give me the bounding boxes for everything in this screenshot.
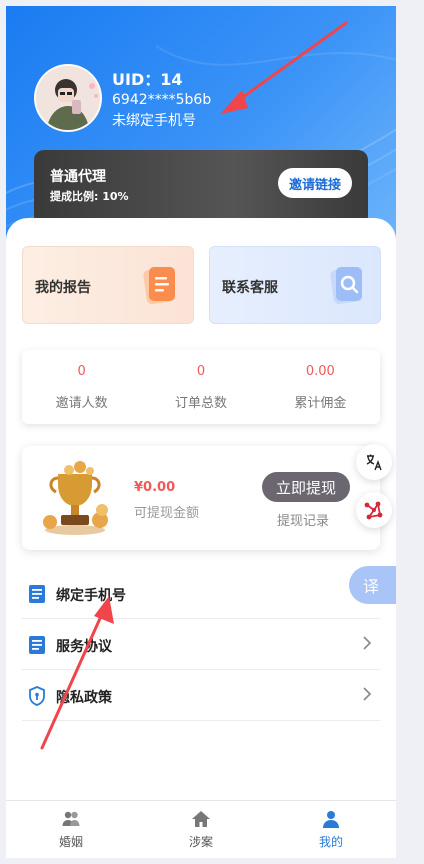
stat-label: 邀请人数 (55, 396, 108, 411)
people-icon (62, 811, 80, 826)
agent-card: 普通代理 提成比例: 10% 邀请链接 (34, 150, 368, 226)
menu-item-privacy-policy[interactable]: 隐私政策 (22, 670, 380, 721)
stat-label: 订单总数 (174, 396, 227, 411)
document-icon (29, 585, 45, 603)
translate-side-tab[interactable]: 译 (349, 566, 396, 604)
stats-card: 0 邀请人数 0 订单总数 0.00 累计佣金 (22, 350, 380, 424)
home-icon (192, 811, 210, 827)
my-report-label: 我的报告 (35, 280, 91, 296)
chevron-right-icon (363, 636, 372, 650)
document-icon (29, 636, 45, 654)
user-id: UID：14 (112, 70, 183, 89)
chevron-right-icon (363, 687, 372, 701)
stat-invites: 0 邀请人数 (22, 350, 141, 424)
trophy-icon (43, 461, 108, 535)
user-icon (323, 811, 339, 828)
customer-service-tile[interactable]: 联系客服 (209, 246, 381, 324)
menu-item-bind-phone[interactable]: 绑定手机号 (22, 568, 380, 619)
stat-orders: 0 订单总数 (141, 350, 260, 424)
shield-icon (29, 686, 45, 706)
tab-mine[interactable]: 我的 (266, 801, 396, 858)
tab-label: 涉案 (188, 835, 213, 849)
tab-cases[interactable]: 涉案 (136, 801, 266, 858)
menu-item-label: 绑定手机号 (56, 588, 126, 604)
menu-item-label: 隐私政策 (56, 690, 112, 706)
invite-link-button[interactable]: 邀请链接 (278, 168, 352, 198)
withdraw-button[interactable]: 立即提现 (262, 472, 350, 502)
available-amount: ¥0.00 (134, 480, 176, 495)
stat-value: 0 (196, 364, 206, 379)
customer-service-label: 联系客服 (222, 280, 278, 296)
withdraw-records-link[interactable]: 提现记录 (277, 510, 329, 529)
my-report-tile[interactable]: 我的报告 (22, 246, 194, 324)
tab-marriage[interactable]: 婚姻 (6, 801, 136, 858)
tab-label: 婚姻 (58, 835, 83, 849)
stat-label: 累计佣金 (294, 396, 347, 411)
phone-status: 未绑定手机号 (112, 113, 196, 129)
search-icon (330, 267, 362, 304)
translate-icon (366, 454, 382, 471)
commission-ratio: 提成比例: 10% (50, 190, 129, 203)
agent-level: 普通代理 (50, 169, 106, 185)
main-panel: 我的报告 联系客服 0 邀请人数 0 订单总数 0.00 累计佣金 ¥0.00 … (6, 218, 396, 858)
menu-item-service-agreement[interactable]: 服务协议 (22, 619, 380, 670)
translate-tool-button[interactable] (356, 444, 392, 480)
avatar[interactable] (34, 64, 102, 132)
network-tool-button[interactable] (356, 492, 392, 528)
stat-commission: 0.00 累计佣金 (261, 350, 380, 424)
report-icon (143, 267, 175, 304)
network-icon (364, 501, 383, 520)
available-amount-label: 可提现金额 (134, 506, 200, 521)
wallet-address: 6942****5b6b (112, 92, 212, 108)
stat-value: 0.00 (305, 364, 335, 379)
tab-label: 我的 (318, 835, 343, 849)
stat-value: 0 (77, 364, 86, 379)
menu-item-label: 服务协议 (56, 639, 112, 655)
wallet-card: ¥0.00 可提现金额 立即提现 提现记录 (22, 446, 380, 550)
bottom-tab-bar: 婚姻 涉案 我的 (6, 800, 396, 858)
phone-screen: UID：14 6942****5b6b 未绑定手机号 普通代理 提成比例: 10… (6, 6, 396, 858)
